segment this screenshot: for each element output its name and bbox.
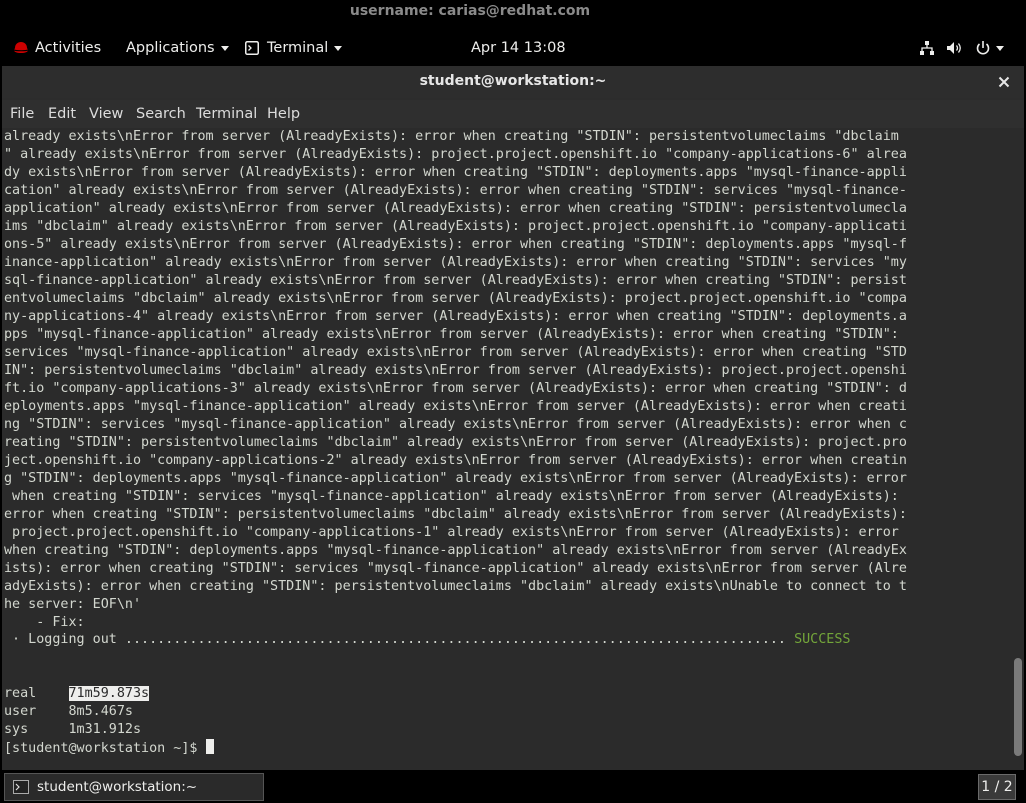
menu-edit[interactable]: Edit	[48, 100, 76, 128]
user-label: user	[4, 704, 37, 719]
logging-out-text: · Logging out ..........................…	[4, 632, 795, 647]
real-value: 71m59.873s	[68, 686, 150, 701]
clock[interactable]: Apr 14 13:08	[471, 30, 566, 66]
menu-bar: File Edit View Search Terminal Help	[2, 100, 1024, 128]
terminal-output-line: ng "STDIN": services "mysql-finance-appl…	[4, 417, 907, 432]
terminal-output-line: reating "STDIN": persistentvolumeclaims …	[4, 435, 907, 450]
menu-file[interactable]: File	[10, 100, 34, 128]
terminal-output-line: inance-application" already exists\nErro…	[4, 255, 907, 270]
terminal-output-line: ons-5" already exists\nError from server…	[4, 237, 907, 252]
shell-prompt: [student@workstation ~]$	[4, 741, 206, 756]
menu-help[interactable]: Help	[267, 100, 300, 128]
desktop-screen: username: carias@redhat.com Activities A…	[0, 0, 1026, 803]
terminal-output-line: when creating "STDIN": deployments.apps …	[4, 543, 907, 558]
taskbar-terminal-label: student@workstation:~	[37, 779, 198, 795]
menu-view[interactable]: View	[89, 100, 123, 128]
terminal-output-line: application" already exists\nError from …	[4, 201, 907, 216]
terminal-output-line: ims "dbclaim" already exists\nError from…	[4, 219, 907, 234]
terminal-output-line: entvolumeclaims "dbclaim" already exists…	[4, 291, 907, 306]
success-status: SUCCESS	[794, 632, 851, 647]
redhat-logo-icon	[13, 42, 29, 53]
user-value: 8m5.467s	[68, 704, 134, 719]
terminal-output-line: ft.io "company-applications-3" already e…	[4, 381, 907, 396]
username-watermark: username: carias@redhat.com	[349, 3, 591, 19]
terminal-output-line: when creating "STDIN": services "mysql-f…	[4, 489, 899, 504]
close-button[interactable]	[994, 72, 1014, 92]
terminal-output-line: IN": persistentvolumeclaims "dbclaim" al…	[4, 363, 907, 378]
terminal-output-line: services "mysql-finance-application" alr…	[4, 345, 907, 360]
watermark-strip: username: carias@redhat.com	[0, 0, 1026, 30]
applications-label: Applications	[126, 40, 215, 56]
menu-search[interactable]: Search	[136, 100, 186, 128]
sys-label: sys	[4, 722, 29, 737]
terminal-output[interactable]: already exists\nError from server (Alrea…	[2, 128, 1024, 770]
terminal-output-line: pps "mysql-finance-application" already …	[4, 327, 899, 342]
real-label: real	[4, 686, 37, 701]
chevron-down-icon	[220, 45, 229, 51]
terminal-output-line: he server: EOF\n'	[4, 597, 142, 612]
workspace-indicator[interactable]: 1 / 2	[978, 774, 1016, 800]
terminal-output-line: project.project.openshift.io "company-ap…	[4, 525, 899, 540]
terminal-output-line: ists): error when creating "STDIN": serv…	[4, 561, 907, 576]
terminal-output-line: ny-applications-4" already exists\nError…	[4, 309, 907, 324]
terminal-output-line: " already exists\nError from server (Alr…	[4, 147, 907, 162]
window-list-bar: student@workstation:~ 1 / 2	[0, 771, 1026, 803]
time-sys-line: sys 1m31.912s	[4, 721, 141, 739]
scrollbar-thumb[interactable]	[1014, 658, 1022, 756]
sys-value: 1m31.912s	[68, 722, 142, 737]
window-title: student@workstation:~	[419, 73, 607, 89]
chevron-down-icon[interactable]	[996, 46, 1004, 51]
terminal-output-line: dy exists\nError from server (AlreadyExi…	[4, 165, 907, 180]
terminal-output-line: g "STDIN": deployments.apps "mysql-finan…	[4, 471, 907, 486]
activities-button[interactable]: Activities	[35, 30, 101, 66]
applications-menu[interactable]: Applications	[126, 30, 229, 66]
volume-icon[interactable]	[946, 40, 964, 56]
close-icon	[998, 76, 1010, 88]
terminal-output-line: already exists\nError from server (Alrea…	[4, 129, 899, 144]
terminal-icon	[13, 780, 29, 794]
terminal-output-line: sql-finance-application" already exists\…	[4, 273, 907, 288]
text-cursor	[205, 739, 214, 754]
scrollbar[interactable]	[1014, 128, 1022, 756]
time-real-line: real 71m59.873s	[4, 685, 150, 703]
taskbar-terminal-window[interactable]: student@workstation:~	[4, 773, 264, 801]
terminal-window: student@workstation:~ File Edit View Sea…	[2, 66, 1024, 770]
logging-out-line: · Logging out ..........................…	[4, 631, 851, 649]
terminal-output-line: - Fix:	[4, 615, 85, 630]
network-icon[interactable]	[919, 40, 935, 56]
menu-terminal[interactable]: Terminal	[196, 100, 257, 128]
chevron-down-icon	[334, 45, 343, 51]
gnome-top-bar: Activities Applications Terminal Apr 14 …	[0, 30, 1026, 66]
terminal-app-label: Terminal	[267, 40, 329, 56]
terminal-app-menu[interactable]: Terminal	[267, 30, 343, 66]
shell-prompt-line[interactable]: [student@workstation ~]$	[4, 739, 214, 757]
terminal-output-line: error when creating "STDIN": persistentv…	[4, 507, 907, 522]
time-user-line: user 8m5.467s	[4, 703, 133, 721]
window-titlebar[interactable]: student@workstation:~	[2, 66, 1024, 98]
terminal-output-line: eployments.apps "mysql-finance-applicati…	[4, 399, 907, 414]
terminal-output-line: cation" already exists\nError from serve…	[4, 183, 907, 198]
terminal-output-line: ject.openshift.io "company-applications-…	[4, 453, 907, 468]
terminal-app-icon	[245, 41, 259, 55]
power-icon[interactable]	[975, 40, 991, 56]
terminal-output-line: adyExists): error when creating "STDIN":…	[4, 579, 907, 594]
